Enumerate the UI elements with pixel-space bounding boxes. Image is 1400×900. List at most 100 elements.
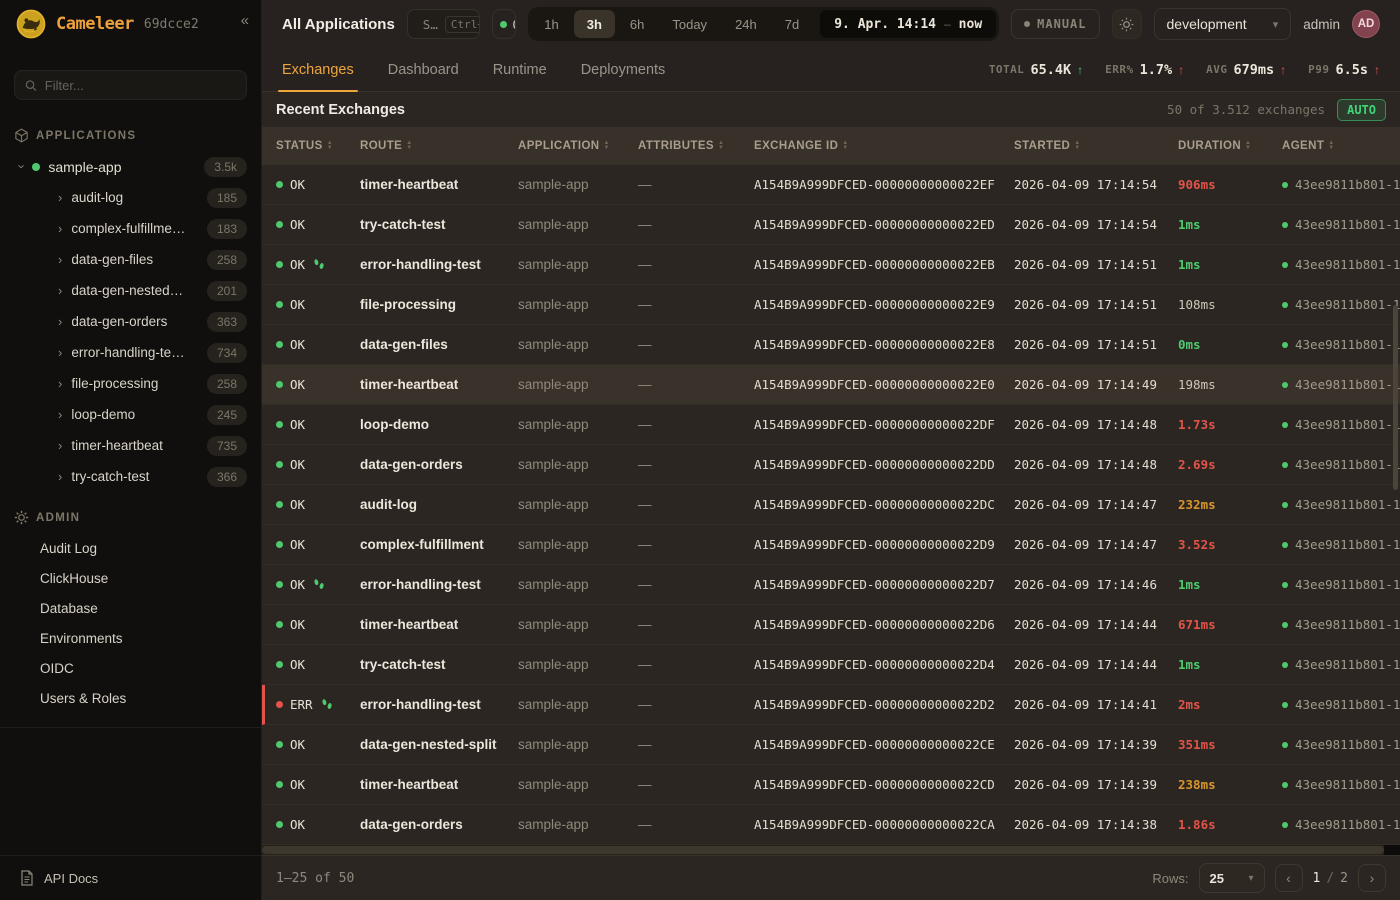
table-row[interactable]: OK try-catch-test sample-app — A154B9A99… [262, 205, 1400, 245]
sidebar-admin-item-audit-log[interactable]: Audit Log [0, 533, 261, 563]
attributes-cell: — [638, 337, 754, 352]
status-cell: OK [276, 457, 360, 472]
table-row[interactable]: OK error-handling-test sample-app — A154… [262, 245, 1400, 285]
scrollbar-thumb[interactable] [262, 846, 1384, 854]
sidebar-route-item[interactable]: › error-handling-te… 734 [0, 337, 261, 368]
sidebar-admin-item-environments[interactable]: Environments [0, 623, 261, 653]
sidebar-route-item[interactable]: › data-gen-files 258 [0, 244, 261, 275]
time-range-button[interactable]: 24h [722, 10, 770, 38]
manual-refresh-button[interactable]: MANUAL [1011, 9, 1099, 39]
horizontal-scrollbar[interactable] [262, 845, 1400, 855]
sidebar-admin-item-users-roles[interactable]: Users & Roles [0, 683, 261, 713]
sort-icon: ▲▼ [327, 141, 333, 151]
stats-bar: TOTAL 65.4K ↑ ERR% 1.7% ↑ AVG 679ms ↑ P9… [989, 62, 1380, 78]
table-row[interactable]: ERR error-handling-test sample-app — A15… [262, 685, 1400, 725]
page-indicator: 1 / 2 [1313, 871, 1348, 886]
list-bar: Recent Exchanges 50 of 3.512 exchanges A… [262, 92, 1400, 127]
tab-deployments[interactable]: Deployments [581, 48, 666, 91]
sun-icon [1119, 17, 1134, 32]
prev-page-button[interactable]: ‹ [1275, 864, 1303, 892]
sidebar-filter[interactable] [14, 70, 247, 100]
agent-cell: 43ee9811b801-1 [1282, 337, 1400, 352]
search-box[interactable]: S… Ctrl+K [407, 9, 481, 39]
table-row[interactable]: OK loop-demo sample-app — A154B9A999DFCE… [262, 405, 1400, 445]
next-page-button[interactable]: › [1358, 864, 1386, 892]
table-header: STATUS ▲▼ ROUTE ▲▼ APPLICATION ▲▼ ATTRIB… [262, 127, 1400, 165]
avatar[interactable]: AD [1352, 10, 1380, 38]
time-range-button[interactable]: 1h [531, 10, 571, 38]
table-row[interactable]: OK audit-log sample-app — A154B9A999DFCE… [262, 485, 1400, 525]
sidebar-route-item[interactable]: › timer-heartbeat 735 [0, 430, 261, 461]
agent-cell: 43ee9811b801-1 [1282, 737, 1400, 752]
time-range-button[interactable]: 7d [772, 10, 812, 38]
sidebar-route-item[interactable]: › complex-fulfillme… 183 [0, 213, 261, 244]
status-filter-button[interactable]: O [492, 9, 516, 39]
sidebar-route-item[interactable]: › try-catch-test 366 [0, 461, 261, 492]
column-header[interactable]: DURATION ▲▼ [1178, 140, 1282, 152]
theme-toggle-button[interactable] [1112, 9, 1142, 39]
collapse-sidebar-icon[interactable]: « [241, 12, 249, 29]
application-cell: sample-app [518, 737, 638, 752]
pagination-range: 1–25 of 50 [276, 871, 354, 886]
environment-select[interactable]: development ▾ [1154, 8, 1292, 40]
table-row[interactable]: OK data-gen-files sample-app — A154B9A99… [262, 325, 1400, 365]
route-cell: error-handling-test [360, 257, 518, 272]
time-range-button[interactable]: Today [659, 10, 720, 38]
route-cell: data-gen-orders [360, 457, 518, 472]
column-header[interactable]: ATTRIBUTES ▲▼ [638, 140, 754, 152]
table-row[interactable]: OK file-processing sample-app — A154B9A9… [262, 285, 1400, 325]
column-header[interactable]: AGENT ▲▼ [1282, 140, 1400, 152]
column-header[interactable]: STARTED ▲▼ [1014, 140, 1178, 152]
table-row[interactable]: OK try-catch-test sample-app — A154B9A99… [262, 645, 1400, 685]
time-range-button[interactable]: 3h [574, 10, 615, 38]
sidebar: Cameleer 69dcce2 « APPLICATIONS › sample… [0, 0, 262, 900]
route-cell: audit-log [360, 497, 518, 512]
footprints-icon [313, 578, 325, 591]
column-header[interactable]: ROUTE ▲▼ [360, 140, 518, 152]
table-row[interactable]: OK timer-heartbeat sample-app — A154B9A9… [262, 605, 1400, 645]
sidebar-item-api-docs[interactable]: API Docs [0, 855, 261, 900]
status-dot [276, 821, 283, 828]
tab-exchanges[interactable]: Exchanges [282, 48, 354, 91]
sidebar-admin-item-database[interactable]: Database [0, 593, 261, 623]
sidebar-route-item[interactable]: › data-gen-nested… 201 [0, 275, 261, 306]
trend-arrow-icon: ↑ [1077, 63, 1083, 77]
agent-cell: 43ee9811b801-1 [1282, 697, 1400, 712]
table-body: OK timer-heartbeat sample-app — A154B9A9… [262, 165, 1400, 845]
sidebar-route-item[interactable]: › loop-demo 245 [0, 399, 261, 430]
table-row[interactable]: OK timer-heartbeat sample-app — A154B9A9… [262, 765, 1400, 805]
exchange-id-cell: A154B9A999DFCED-00000000000022E9 [754, 297, 1014, 312]
search-placeholder: S… [423, 17, 438, 32]
sidebar-route-item[interactable]: › audit-log 185 [0, 182, 261, 213]
filter-input[interactable] [45, 78, 236, 93]
table-row[interactable]: OK timer-heartbeat sample-app — A154B9A9… [262, 365, 1400, 405]
tab-runtime[interactable]: Runtime [493, 48, 547, 91]
status-cell: OK [276, 217, 360, 232]
date-range-display[interactable]: 9. Apr. 14:14 – now [820, 10, 996, 38]
time-range-button[interactable]: 6h [617, 10, 657, 38]
sidebar-route-item[interactable]: › data-gen-orders 363 [0, 306, 261, 337]
table-row[interactable]: OK error-handling-test sample-app — A154… [262, 565, 1400, 605]
rows-label: Rows: [1152, 871, 1188, 886]
column-header[interactable]: EXCHANGE ID ▲▼ [754, 140, 1014, 152]
table-row[interactable]: OK data-gen-nested-split sample-app — A1… [262, 725, 1400, 765]
sidebar-item-sample-app[interactable]: › sample-app 3.5k [0, 151, 261, 182]
sidebar-route-item[interactable]: › file-processing 258 [0, 368, 261, 399]
route-cell: timer-heartbeat [360, 617, 518, 632]
sidebar-admin-item-clickhouse[interactable]: ClickHouse [0, 563, 261, 593]
table-row[interactable]: OK data-gen-orders sample-app — A154B9A9… [262, 445, 1400, 485]
auto-refresh-badge[interactable]: AUTO [1337, 99, 1386, 121]
tab-dashboard[interactable]: Dashboard [388, 48, 459, 91]
table-row[interactable]: OK data-gen-orders sample-app — A154B9A9… [262, 805, 1400, 845]
column-header[interactable]: APPLICATION ▲▼ [518, 140, 638, 152]
duration-cell: 1ms [1178, 657, 1282, 672]
vertical-scrollbar[interactable] [1393, 305, 1398, 490]
attributes-cell: — [638, 497, 754, 512]
table-row[interactable]: OK timer-heartbeat sample-app — A154B9A9… [262, 165, 1400, 205]
agent-status-dot [1282, 622, 1288, 628]
route-cell: error-handling-test [360, 577, 518, 592]
rows-per-page-select[interactable]: 25 ▾ [1199, 863, 1265, 893]
table-row[interactable]: OK complex-fulfillment sample-app — A154… [262, 525, 1400, 565]
sidebar-admin-item-oidc[interactable]: OIDC [0, 653, 261, 683]
column-header[interactable]: STATUS ▲▼ [276, 140, 360, 152]
